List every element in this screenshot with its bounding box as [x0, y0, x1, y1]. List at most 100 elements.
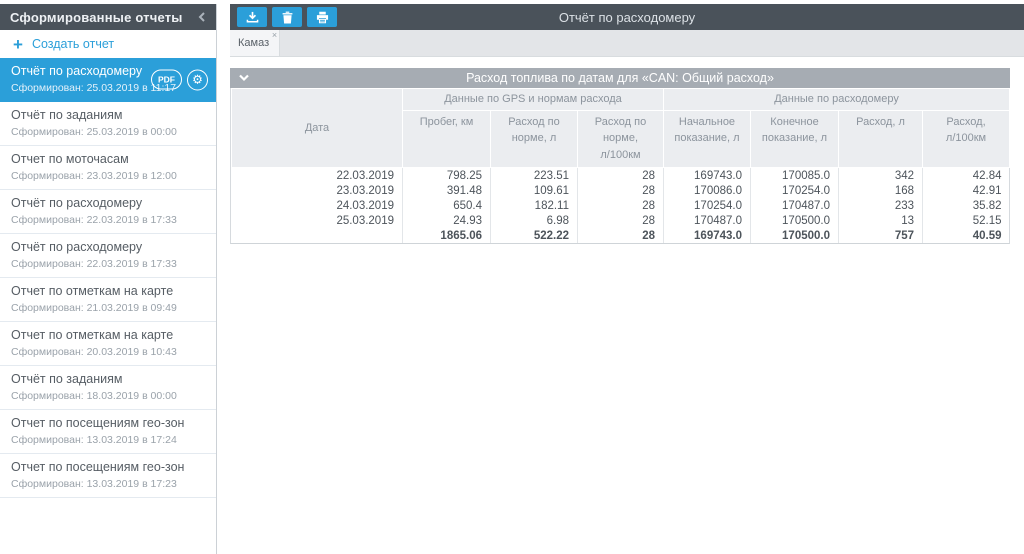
cell: 35.82 — [923, 198, 1010, 213]
reports-sidebar: Сформированные отчеты + Создать отчет От… — [0, 4, 217, 554]
pdf-badge[interactable]: PDF — [151, 70, 182, 90]
report-item-subtitle: Сформирован: 18.03.2019 в 00:00 — [11, 390, 206, 402]
cell: 650.4 — [403, 198, 491, 213]
report-item-subtitle: Сформирован: 23.03.2019 в 12:00 — [11, 170, 206, 182]
report-list-item[interactable]: Отчёт по заданиям Сформирован: 18.03.201… — [0, 366, 216, 410]
cell: 170086.0 — [664, 183, 751, 198]
table-row: 22.03.2019 798.25 223.51 28 169743.0 170… — [232, 168, 1010, 184]
report-list-item[interactable]: Отчет по отметкам на карте Сформирован: … — [0, 278, 216, 322]
tab-kamaz[interactable]: Камаз × — [230, 30, 280, 56]
cell: 342 — [839, 168, 923, 184]
cell: 13 — [839, 213, 923, 228]
column-header: Конечное показание, л — [751, 110, 839, 168]
table-total-row: 1865.06 522.22 28 169743.0 170500.0 757 … — [232, 228, 1010, 243]
cell: 169743.0 — [664, 168, 751, 184]
cell: 40.59 — [923, 228, 1010, 243]
report-list-item[interactable]: Отчет по моточасам Сформирован: 23.03.20… — [0, 146, 216, 190]
gear-icon[interactable]: ⚙ — [187, 69, 208, 90]
report-item-actions: PDF ⚙ — [151, 69, 208, 90]
report-item-subtitle: Сформирован: 25.03.2019 в 00:00 — [11, 126, 206, 138]
cell: 233 — [839, 198, 923, 213]
download-button[interactable] — [237, 7, 267, 27]
report-item-title: Отчёт по расходомеру — [11, 196, 206, 210]
cell: 28 — [578, 183, 664, 198]
report-item-subtitle: Сформирован: 13.03.2019 в 17:24 — [11, 434, 206, 446]
print-button[interactable] — [307, 7, 337, 27]
tab-close-icon[interactable]: × — [272, 31, 277, 40]
create-report-label: Создать отчет — [32, 37, 114, 51]
report-list-item[interactable]: Отчёт по расходомеру Сформирован: 25.03.… — [0, 58, 216, 102]
cell: 168 — [839, 183, 923, 198]
download-icon — [246, 11, 259, 23]
cell: 1865.06 — [403, 228, 491, 243]
column-group-gps: Данные по GPS и нормам расхода — [403, 89, 664, 111]
column-header: Расход по норме, л — [491, 110, 578, 168]
printer-icon — [316, 11, 329, 24]
column-header: Расход, л/100км — [923, 110, 1010, 168]
cell: 170487.0 — [664, 213, 751, 228]
cell: 223.51 — [491, 168, 578, 184]
report-list-item[interactable]: Отчёт по заданиям Сформирован: 25.03.201… — [0, 102, 216, 146]
cell: 109.61 — [491, 183, 578, 198]
delete-button[interactable] — [272, 7, 302, 27]
cell-date: 24.03.2019 — [232, 198, 403, 213]
cell: 170254.0 — [751, 183, 839, 198]
report-list-item[interactable]: Отчёт по расходомеру Сформирован: 22.03.… — [0, 190, 216, 234]
column-header: Пробег, км — [403, 110, 491, 168]
section-title: Расход топлива по датам для «CAN: Общий … — [230, 71, 1010, 85]
cell: 28 — [578, 198, 664, 213]
report-item-title: Отчет по отметкам на карте — [11, 284, 206, 298]
tab-label: Камаз — [238, 37, 269, 49]
sidebar-header: Сформированные отчеты — [0, 4, 216, 30]
tab-strip: Камаз × — [230, 30, 1024, 57]
report-list-item[interactable]: Отчёт по расходомеру Сформирован: 22.03.… — [0, 234, 216, 278]
report-item-subtitle: Сформирован: 13.03.2019 в 17:23 — [11, 478, 206, 490]
table-row: 23.03.2019 391.48 109.61 28 170086.0 170… — [232, 183, 1010, 198]
cell-date: 25.03.2019 — [232, 213, 403, 228]
collapse-sidebar-icon[interactable] — [198, 12, 206, 22]
cell: 182.11 — [491, 198, 578, 213]
cell: 28 — [578, 213, 664, 228]
table-row: 24.03.2019 650.4 182.11 28 170254.0 1704… — [232, 198, 1010, 213]
cell: 52.15 — [923, 213, 1010, 228]
report-list-item[interactable]: Отчет по отметкам на карте Сформирован: … — [0, 322, 216, 366]
column-header: Расход по норме, л/100км — [578, 110, 664, 168]
report-item-subtitle: Сформирован: 21.03.2019 в 09:49 — [11, 302, 206, 314]
report-section-bar[interactable]: Расход топлива по датам для «CAN: Общий … — [230, 68, 1010, 88]
report-item-title: Отчёт по заданиям — [11, 372, 206, 386]
cell: 170085.0 — [751, 168, 839, 184]
cell: 28 — [578, 228, 664, 243]
cell: 522.22 — [491, 228, 578, 243]
report-item-title: Отчёт по расходомеру — [11, 240, 206, 254]
fuel-consumption-table: Дата Данные по GPS и нормам расхода Данн… — [231, 88, 1010, 243]
report-toolbar: Отчёт по расходомеру — [230, 4, 1024, 30]
report-item-title: Отчет по моточасам — [11, 152, 206, 166]
cell-date — [232, 228, 403, 243]
sidebar-title: Сформированные отчеты — [10, 10, 183, 25]
chevron-down-icon[interactable] — [238, 72, 250, 83]
trash-icon — [282, 11, 293, 24]
report-item-title: Отчет по посещениям гео-зон — [11, 460, 206, 474]
report-list-item[interactable]: Отчет по посещениям гео-зон Сформирован:… — [0, 410, 216, 454]
cell: 24.93 — [403, 213, 491, 228]
column-header: Начальное показание, л — [664, 110, 751, 168]
report-item-title: Отчёт по заданиям — [11, 108, 206, 122]
report-list-item[interactable]: Отчет по посещениям гео-зон Сформирован:… — [0, 454, 216, 498]
cell: 391.48 — [403, 183, 491, 198]
app-window: Сформированные отчеты + Создать отчет От… — [0, 0, 1024, 554]
cell: 170254.0 — [664, 198, 751, 213]
cell: 170487.0 — [751, 198, 839, 213]
report-item-title: Отчет по посещениям гео-зон — [11, 416, 206, 430]
cell: 42.91 — [923, 183, 1010, 198]
plus-icon: + — [13, 36, 23, 53]
column-header: Расход, л — [839, 110, 923, 168]
cell: 798.25 — [403, 168, 491, 184]
cell: 42.84 — [923, 168, 1010, 184]
cell: 757 — [839, 228, 923, 243]
toolbar-buttons — [237, 7, 337, 27]
cell: 170500.0 — [751, 228, 839, 243]
report-item-title: Отчет по отметкам на карте — [11, 328, 206, 342]
create-report-button[interactable]: + Создать отчет — [0, 30, 216, 58]
cell: 170500.0 — [751, 213, 839, 228]
column-header-date: Дата — [232, 89, 403, 168]
